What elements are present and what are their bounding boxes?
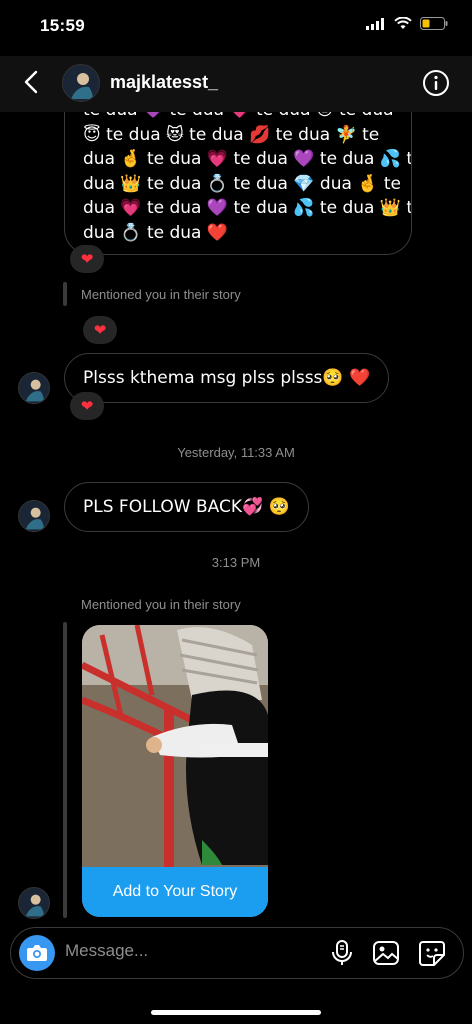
message-line: dua 🤞 te dua 💗 te dua 💜 te dua 💦 te xyxy=(83,149,412,169)
camera-icon xyxy=(27,945,47,961)
add-to-story-button[interactable]: Add to Your Story xyxy=(82,867,268,917)
mention-bar xyxy=(63,282,67,306)
message-text: PLS FOLLOW BACK💞 🥺 xyxy=(83,496,290,517)
mention-bar xyxy=(63,622,67,918)
heart-reaction[interactable]: ❤ xyxy=(70,245,104,273)
timestamp: 3:13 PM xyxy=(211,555,261,570)
avatar-image xyxy=(19,888,49,918)
message-line: dua 💗 te dua 💜 te dua 💦 te dua 👑 te xyxy=(83,198,412,218)
avatar-image xyxy=(19,501,49,531)
message-bubble[interactable]: PLS FOLLOW BACK💞 🥺 xyxy=(64,482,309,532)
microphone-icon xyxy=(332,940,352,965)
sender-avatar[interactable] xyxy=(18,887,50,919)
message-text: Plsss kthema msg plss plsss🥺 ❤️ xyxy=(83,367,371,388)
sticker-button[interactable] xyxy=(418,939,446,972)
timestamp: Yesterday, 11:33 AM xyxy=(177,445,295,460)
image-icon xyxy=(373,941,399,965)
message-line: dua 💍 te dua ❤️ xyxy=(83,222,229,243)
heart-reaction[interactable]: ❤ xyxy=(83,316,117,344)
home-indicator xyxy=(151,1010,321,1015)
message-bubble[interactable]: Plsss kthema msg plss plsss🥺 ❤️ xyxy=(64,353,390,403)
gallery-button[interactable] xyxy=(372,939,400,972)
mention-text: Mentioned you in their story xyxy=(81,597,241,612)
chevron-left-icon xyxy=(24,70,38,94)
story-preview[interactable]: Add to Your Story xyxy=(82,625,268,917)
sender-avatar[interactable] xyxy=(18,372,50,404)
wifi-icon xyxy=(394,17,412,29)
emoji-message-text: te dua 💜 te dua 💗 te dua 😻 te dua 😇 te d… xyxy=(83,98,412,245)
sticker-icon xyxy=(419,941,445,966)
mention-text: Mentioned you in their story xyxy=(81,287,241,302)
avatar-image xyxy=(63,65,99,101)
status-icons xyxy=(366,17,448,30)
message-line: dua 👑 te dua 💍 te dua 💎 dua 🤞 te xyxy=(83,173,402,194)
header-username-layer[interactable]: majklatesst_ xyxy=(110,72,218,93)
voice-button[interactable] xyxy=(329,939,355,972)
header-avatar-layer[interactable] xyxy=(62,64,100,102)
message-line: 😇 te dua 😻 te dua 💋 te dua 🧚 te xyxy=(83,124,380,145)
info-icon xyxy=(423,70,449,96)
sender-avatar[interactable] xyxy=(18,500,50,532)
back-button-layer[interactable] xyxy=(20,68,42,101)
message-composer[interactable]: Message... xyxy=(10,927,464,979)
status-time: 15:59 xyxy=(40,16,85,35)
signal-icon xyxy=(366,17,384,30)
heart-reaction[interactable]: ❤ xyxy=(70,392,104,420)
battery-icon xyxy=(420,17,448,30)
message-input[interactable]: Message... xyxy=(65,941,148,961)
camera-button[interactable] xyxy=(19,935,55,971)
info-button-layer[interactable] xyxy=(422,69,450,102)
avatar-image xyxy=(19,373,49,403)
